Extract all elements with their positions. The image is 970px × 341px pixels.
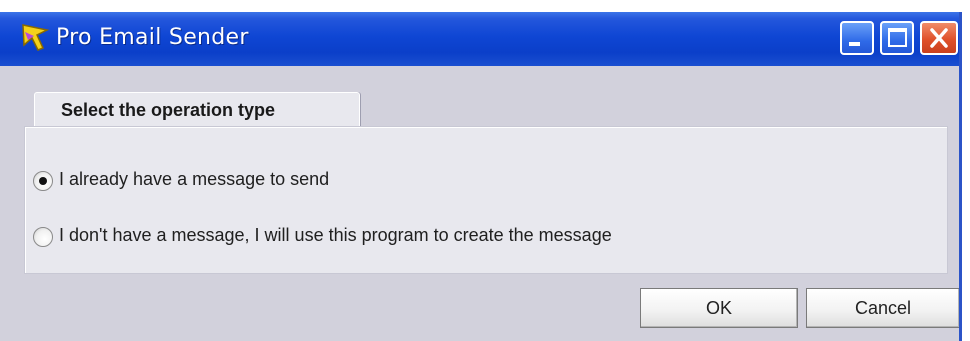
maximize-icon — [888, 28, 907, 47]
minimize-button[interactable] — [840, 21, 874, 55]
radio-create-message[interactable] — [33, 227, 53, 247]
maximize-button[interactable] — [880, 21, 914, 55]
ok-button[interactable]: OK — [640, 288, 798, 328]
title-bar[interactable]: Pro Email Sender — [0, 12, 959, 66]
dialog-window: Pro Email Sender Select the operation ty… — [0, 12, 962, 341]
radio-have-message[interactable] — [33, 171, 53, 191]
radio-selected-dot — [39, 177, 47, 185]
operation-options-panel: I already have a message to send I don't… — [24, 126, 948, 274]
tab-label: Select the operation type — [61, 100, 276, 120]
minimize-icon — [849, 42, 860, 46]
option-label: I don't have a message, I will use this … — [59, 225, 612, 245]
cancel-button[interactable]: Cancel — [806, 288, 959, 328]
option-label: I already have a message to send — [59, 169, 330, 189]
background-strip — [0, 0, 970, 12]
window-title: Pro Email Sender — [56, 25, 249, 50]
close-icon — [930, 28, 948, 48]
tab-operation-type[interactable]: Select the operation type — [34, 92, 360, 126]
yellow-arrow-icon — [20, 22, 50, 52]
close-button[interactable] — [920, 21, 958, 55]
